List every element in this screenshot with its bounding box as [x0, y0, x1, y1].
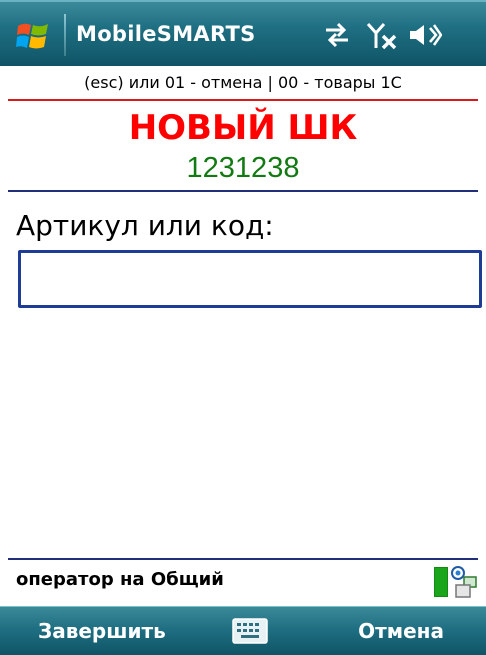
title-bar: MobileSMARTS: [0, 0, 486, 66]
network-status-icon: [434, 566, 477, 598]
hint-text: (esc) или 01 - отмена | 00 - товары 1С: [84, 73, 402, 92]
content-divider: [8, 190, 478, 192]
operator-status: оператор на Общий: [16, 569, 224, 590]
cancel-softkey[interactable]: Отмена: [358, 607, 444, 655]
title-separator: [64, 14, 66, 56]
windows-start-icon[interactable]: [16, 20, 50, 52]
softkey-bar: Завершить Отмена: [0, 606, 486, 655]
header-divider: [8, 99, 478, 101]
article-code-label: Артикул или код:: [16, 209, 274, 242]
app-title: MobileSMARTS: [76, 22, 256, 46]
volume-icon[interactable]: [408, 22, 442, 48]
finish-softkey[interactable]: Завершить: [38, 607, 166, 655]
keyboard-icon[interactable]: [232, 618, 268, 644]
article-code-input[interactable]: [18, 250, 482, 308]
status-title: НОВЫЙ ШК: [128, 108, 358, 148]
barcode-value: 1231238: [186, 152, 300, 184]
signal-off-icon[interactable]: [366, 22, 398, 50]
connectivity-icon[interactable]: [322, 22, 352, 48]
footer-divider: [8, 558, 478, 560]
